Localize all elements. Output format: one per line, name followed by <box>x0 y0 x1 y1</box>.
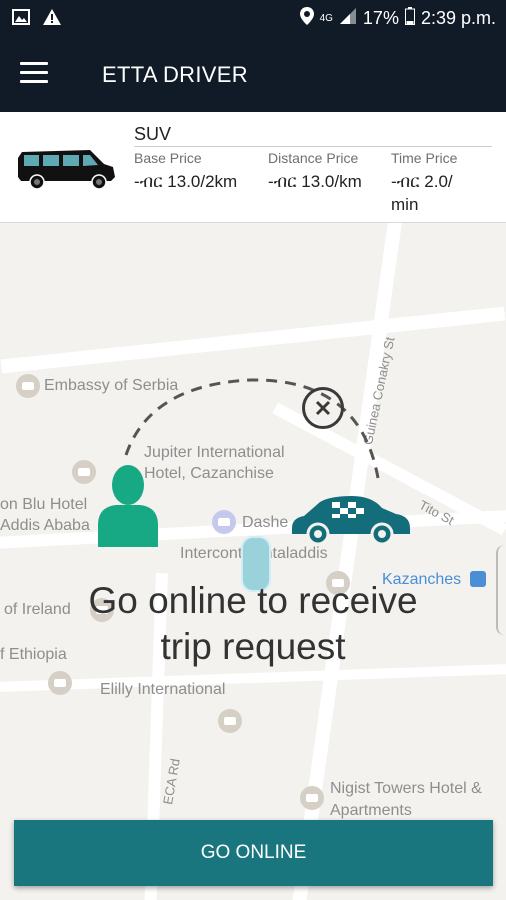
route-arc-illustration <box>124 378 380 479</box>
go-online-button[interactable]: GO ONLINE <box>14 820 493 886</box>
online-prompt-line-2: trip request <box>160 626 346 667</box>
close-icon[interactable] <box>302 387 344 429</box>
online-prompt-message: Go online to receive trip request <box>0 578 506 670</box>
passenger-icon <box>96 463 160 552</box>
online-prompt-line-1: Go online to receive <box>88 580 418 621</box>
taxi-icon <box>290 492 412 553</box>
